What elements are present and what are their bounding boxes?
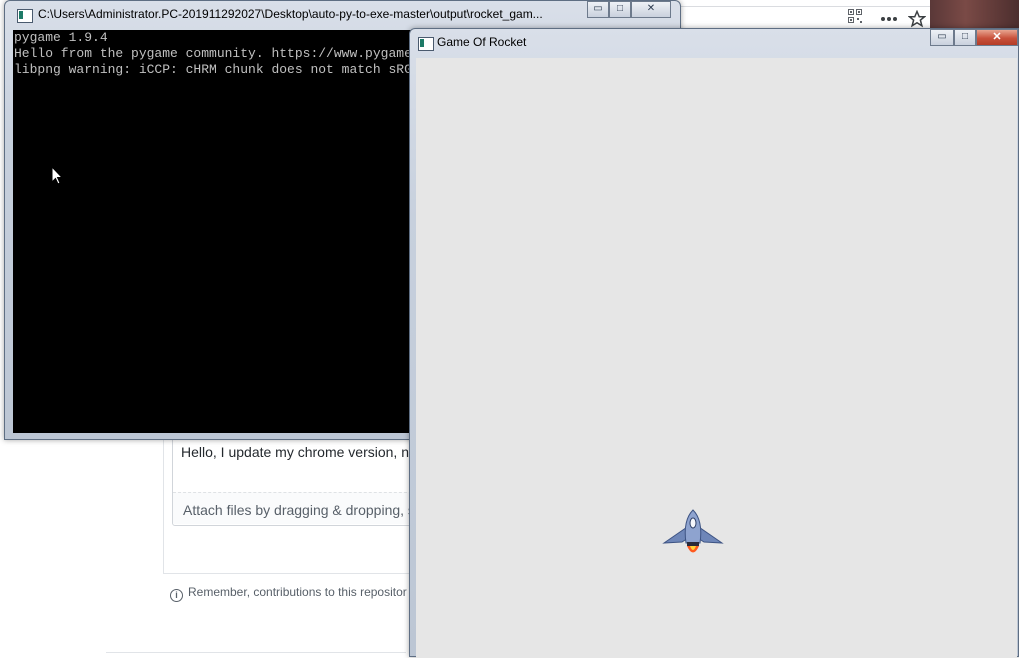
qr-code-icon[interactable]: [848, 9, 862, 27]
game-window-title: Game Of Rocket: [437, 35, 527, 49]
more-horizontal-icon[interactable]: [880, 10, 898, 26]
browser-background-image: [930, 0, 1019, 30]
rocket-sprite: [662, 509, 724, 553]
game-app-icon[interactable]: [418, 37, 434, 51]
contribution-notice: i Remember, contributions to this reposit…: [170, 585, 410, 602]
console-app-icon[interactable]: [17, 9, 33, 23]
game-close-button[interactable]: ✕: [976, 29, 1018, 46]
info-icon: i: [170, 589, 183, 602]
comment-text: Hello, I update my chrome version, no: [181, 444, 411, 460]
console-minimize-button[interactable]: ▭: [587, 1, 609, 18]
console-close-button[interactable]: ✕: [631, 1, 671, 18]
game-minimize-button[interactable]: ▭: [930, 29, 954, 46]
mouse-pointer-icon: [51, 166, 63, 185]
game-canvas[interactable]: [416, 58, 1017, 658]
contribution-notice-text: Remember, contributions to this reposito…: [188, 585, 407, 599]
console-window-title: C:\Users\Administrator.PC-201911292027\D…: [38, 7, 543, 21]
game-maximize-button[interactable]: □: [954, 29, 976, 46]
game-window[interactable]: Game Of Rocket ▭ □ ✕: [409, 28, 1019, 658]
divider: [106, 652, 406, 653]
attach-files-label: Attach files by dragging & dropping, s: [183, 502, 413, 518]
console-maximize-button[interactable]: □: [609, 1, 631, 18]
